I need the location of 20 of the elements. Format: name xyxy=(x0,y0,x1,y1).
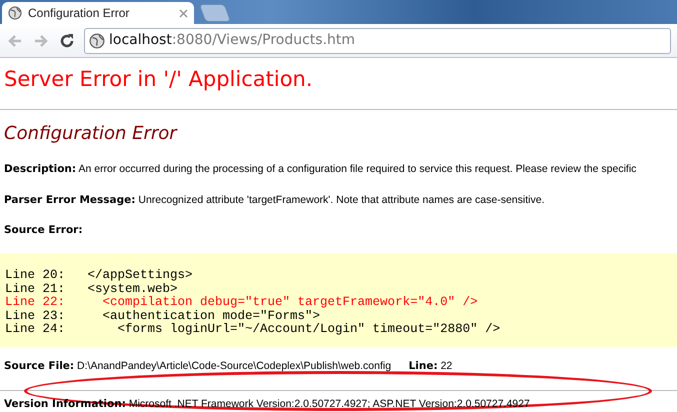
error-title: Configuration Error xyxy=(4,123,178,145)
code-line: Line 24: <forms loginUrl="~/Account/Login" timeout="2880" /> xyxy=(5,323,502,337)
address-bar[interactable]: localhost:8080/Views/Products.htm xyxy=(84,28,671,54)
code-line: Line 21: <system.web> xyxy=(5,282,178,296)
code-line: Line 23: <authentication mode="Forms"> xyxy=(5,310,322,323)
globe-icon xyxy=(8,6,22,20)
tab-title: Configuration Error xyxy=(28,5,130,22)
source-error-label: Source Error: xyxy=(4,223,84,238)
url-text: localhost:8080/Views/Products.htm xyxy=(109,31,356,50)
new-tab-button[interactable] xyxy=(198,4,232,22)
parser-error-text: Parser Error Message: Unrecognized attribute 'targetFramework'. Note that attribute names are case-sensitive. xyxy=(4,192,546,208)
description-text: Description: An error occurred during the processing of a configuration file required to service this request. Please review the specific xyxy=(4,162,638,177)
source-file-text: Source File: D:\AnandPandey\Article\Code-Source\Codeplex\Publish\web.config Line: 22 xyxy=(4,358,454,374)
globe-icon xyxy=(89,32,105,48)
page-heading: Server Error in '/' Application. xyxy=(4,67,314,92)
code-line: Line 20: </appSettings> xyxy=(5,269,194,283)
browser-tab[interactable]: Configuration Error xyxy=(2,2,194,24)
close-icon[interactable] xyxy=(179,8,188,18)
code-line: Line 22: <compilation debug="true" targetFramework="4.0" /> xyxy=(5,296,479,310)
reload-icon[interactable] xyxy=(58,32,76,50)
